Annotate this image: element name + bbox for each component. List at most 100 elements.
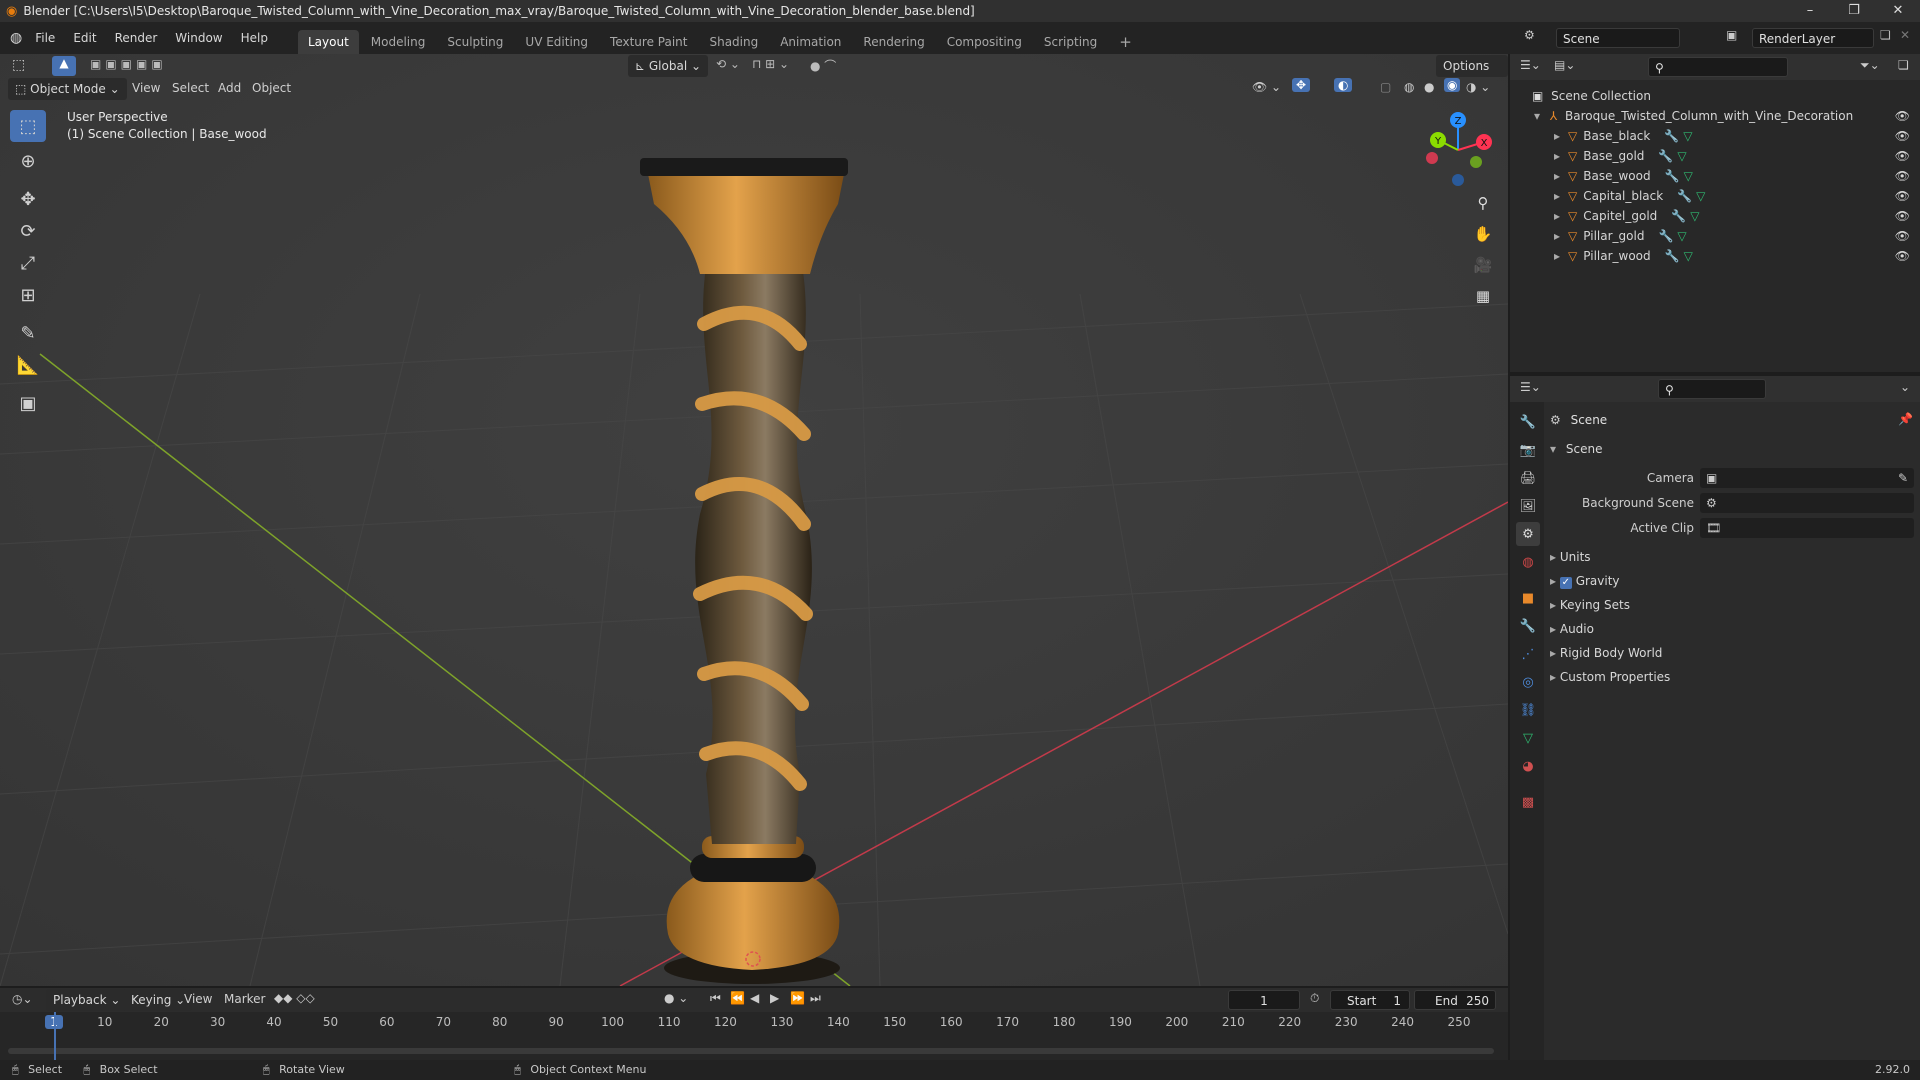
tab-sculpting[interactable]: Sculpting	[437, 30, 513, 54]
tab-animation[interactable]: Animation	[770, 30, 851, 54]
mesh-data-icon[interactable]: ▽	[1684, 249, 1693, 263]
visibility-eye-icon[interactable]: 👁	[1895, 246, 1910, 266]
next-keyframe-icon[interactable]: ⏩	[790, 991, 805, 1005]
tab-modeling[interactable]: Modeling	[361, 30, 436, 54]
new-renderlayer-icon[interactable]: ❏	[1880, 28, 1891, 42]
expand-arrow-icon[interactable]: ▸	[1554, 229, 1560, 243]
visibility-eye-icon[interactable]: 👁	[1895, 206, 1910, 226]
expand-arrow-icon[interactable]: ▸	[1554, 209, 1560, 223]
camera-field[interactable]: ▣ ✎	[1700, 468, 1914, 488]
modifier-tab-icon[interactable]: 🔧	[1516, 614, 1540, 638]
outliner-object-row[interactable]: ▸ ▽ Base_gold 🔧 ▽ 👁	[1510, 146, 1920, 166]
prev-keyframe-icon[interactable]: ⏪	[730, 991, 745, 1005]
shading-material-icon[interactable]: ◉	[1444, 78, 1461, 92]
outliner-object-row[interactable]: ▸ ▽ Base_black 🔧 ▽ 👁	[1510, 126, 1920, 146]
outliner-object-row[interactable]: ▸ ▽ Base_wood 🔧 ▽ 👁	[1510, 166, 1920, 186]
active-clip-field[interactable]: 🎞	[1700, 518, 1914, 538]
menu-file[interactable]: File	[26, 22, 64, 54]
modifier-wrench-icon[interactable]: 🔧	[1671, 209, 1686, 223]
tab-uv-editing[interactable]: UV Editing	[515, 30, 598, 54]
constraints-tab-icon[interactable]: ⛓	[1516, 698, 1540, 722]
mesh-data-icon[interactable]: ▽	[1696, 189, 1705, 203]
pin-icon[interactable]: 📌	[1898, 412, 1913, 426]
outliner-object-row[interactable]: ▸ ▽ Capital_black 🔧 ▽ 👁	[1510, 186, 1920, 206]
modifier-wrench-icon[interactable]: 🔧	[1664, 129, 1679, 143]
output-tab-icon[interactable]: 🖨	[1516, 466, 1540, 490]
end-frame-field[interactable]: End 250	[1414, 990, 1496, 1010]
units-panel[interactable]: ▸ Units	[1550, 546, 1591, 568]
tab-compositing[interactable]: Compositing	[937, 30, 1032, 54]
xray-icon[interactable]: ▢	[1380, 80, 1391, 94]
start-frame-field[interactable]: Start 1	[1330, 990, 1410, 1010]
particles-tab-icon[interactable]: ⋰	[1516, 642, 1540, 666]
renderlayer-field[interactable]: RenderLayer	[1752, 28, 1874, 48]
audio-panel[interactable]: ▸ Audio	[1550, 618, 1594, 640]
object-tab-icon[interactable]: ■	[1516, 586, 1540, 610]
transform-orientation-dropdown[interactable]: ⊾ Global ⌄	[628, 55, 709, 77]
tab-rendering[interactable]: Rendering	[853, 30, 934, 54]
modifier-wrench-icon[interactable]: 🔧	[1665, 249, 1680, 263]
snap-icon[interactable]: ⊓ ⊞ ⌄	[752, 57, 789, 71]
cursor-tool[interactable]: ⊕	[10, 145, 46, 177]
shading-rendered-icon[interactable]: ◑ ⌄	[1466, 80, 1490, 94]
visibility-icon[interactable]: 👁 ⌄	[1252, 80, 1281, 94]
custom-properties-panel[interactable]: ▸ Custom Properties	[1550, 666, 1670, 688]
visibility-eye-icon[interactable]: 👁	[1895, 106, 1910, 126]
preview-range-icon[interactable]: ⏱	[1310, 991, 1319, 1006]
navigation-gizmo[interactable]: Z X Y	[1418, 110, 1498, 190]
outliner-object-row[interactable]: ▸ ▽ Capitel_gold 🔧 ▽ 👁	[1510, 206, 1920, 226]
outliner-object-row[interactable]: ▸ ▽ Pillar_wood 🔧 ▽ 👁	[1510, 246, 1920, 266]
outliner-collection[interactable]: ▾ ⅄ Baroque_Twisted_Column_with_Vine_Dec…	[1510, 106, 1920, 126]
menu-help[interactable]: Help	[232, 22, 277, 54]
select-box-tool[interactable]: ⬚	[10, 110, 46, 142]
play-icon[interactable]: ▶	[770, 991, 779, 1005]
tab-layout[interactable]: Layout	[297, 30, 359, 54]
select-mode-icons[interactable]: ▣▣▣▣▣	[90, 57, 167, 71]
expand-arrow-icon[interactable]: ▸	[1554, 129, 1560, 143]
visibility-eye-icon[interactable]: 👁	[1895, 166, 1910, 186]
view-layer-tab-icon[interactable]: 🖼	[1516, 494, 1540, 518]
3d-viewport[interactable]: ⬚ ▲ ▣▣▣▣▣ ⊾ Global ⌄ ⟲ ⌄ ⊓ ⊞ ⌄ ● ⌒ Optio…	[0, 54, 1508, 986]
jump-end-icon[interactable]: ⏭	[810, 991, 821, 1006]
menu-window[interactable]: Window	[166, 22, 231, 54]
scene-panel-header[interactable]: ▾ Scene	[1550, 438, 1602, 460]
menu-view[interactable]: View	[132, 81, 160, 95]
record-icon[interactable]: ● ⌄	[664, 991, 688, 1005]
maximize-button[interactable]: ❐	[1832, 0, 1876, 22]
shading-wireframe-icon[interactable]: ◍	[1404, 80, 1414, 94]
tab-shading[interactable]: Shading	[699, 30, 768, 54]
mesh-data-icon[interactable]: ▽	[1677, 229, 1686, 243]
modifier-wrench-icon[interactable]: 🔧	[1658, 229, 1673, 243]
scale-tool[interactable]: ⤢	[10, 247, 46, 279]
playback-menu[interactable]: Playback ⌄	[46, 989, 128, 1011]
options-dropdown[interactable]: Options ⌄	[1436, 55, 1508, 95]
display-mode-icon[interactable]: ▤⌄	[1554, 58, 1575, 72]
filter-icon[interactable]: ⏷⌄	[1860, 58, 1880, 73]
add-workspace-icon[interactable]: +	[1109, 30, 1142, 54]
overlay-toggle-icon[interactable]: ◐	[1334, 78, 1353, 92]
mesh-data-icon[interactable]: ▽	[1677, 149, 1686, 163]
expand-arrow-icon[interactable]: ▸	[1554, 189, 1560, 203]
new-collection-icon[interactable]: ❏	[1898, 58, 1909, 72]
tab-texture-paint[interactable]: Texture Paint	[600, 30, 697, 54]
pan-hand-icon[interactable]: ✋	[1470, 225, 1496, 256]
keying-sets-panel[interactable]: ▸ Keying Sets	[1550, 594, 1630, 616]
select-tool-icon[interactable]: ▲	[52, 56, 76, 76]
remove-renderlayer-icon[interactable]: ✕	[1900, 28, 1910, 42]
mesh-data-icon[interactable]: ▽	[1684, 169, 1693, 183]
material-tab-icon[interactable]: ◕	[1516, 754, 1540, 778]
outliner-editor-icon[interactable]: ☰⌄	[1520, 58, 1541, 72]
gravity-panel[interactable]: ▸ ✓ Gravity	[1550, 570, 1620, 592]
play-reverse-icon[interactable]: ◀	[750, 991, 759, 1005]
menu-select[interactable]: Select	[172, 81, 209, 95]
tab-scripting[interactable]: Scripting	[1034, 30, 1107, 54]
frame-ruler[interactable]: 1102030405060708090100110120130140150160…	[0, 1012, 1508, 1034]
gizmo-toggle-icon[interactable]: ✥	[1292, 78, 1311, 92]
menu-render[interactable]: Render	[106, 22, 167, 54]
texture-tab-icon[interactable]: ▩	[1516, 790, 1540, 814]
expand-arrow-icon[interactable]: ▸	[1554, 169, 1560, 183]
outliner-scene-collection[interactable]: ▣ Scene Collection	[1510, 86, 1920, 106]
outliner-search-input[interactable]: ⚲	[1648, 57, 1788, 77]
add-cube-tool[interactable]: ▣	[10, 387, 46, 419]
rotate-tool[interactable]: ⟳	[10, 215, 46, 247]
